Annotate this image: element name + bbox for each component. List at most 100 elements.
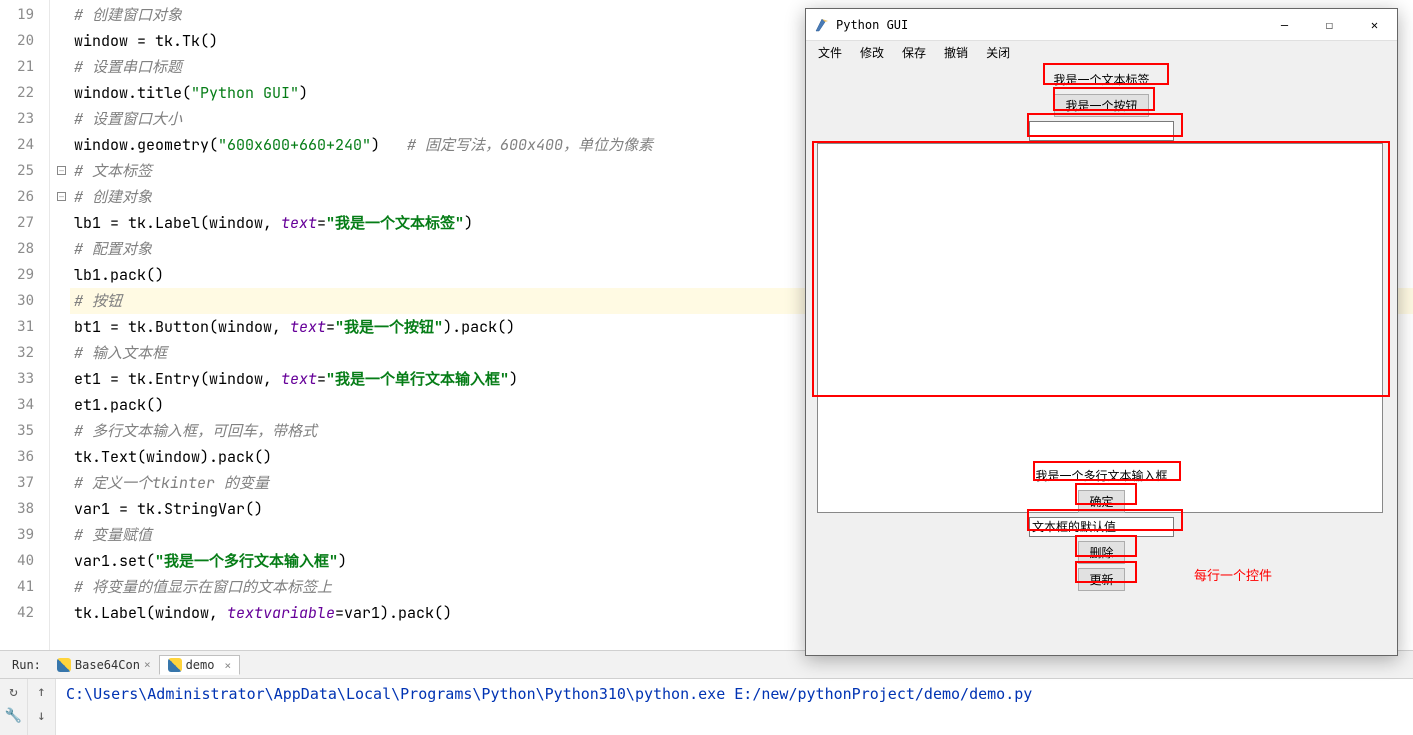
line-number: 22: [0, 80, 49, 106]
wrench-button[interactable]: 🔧: [3, 705, 25, 727]
code-text: =: [317, 213, 326, 233]
code-text: text: [281, 369, 317, 389]
code-text: window.title(: [74, 83, 191, 103]
gui-menubar: 文件 修改 保存 撤销 关闭: [806, 41, 1397, 63]
line-number: 21: [0, 54, 49, 80]
line-number: 32: [0, 340, 49, 366]
code-text: var1.set(: [74, 551, 155, 571]
highlight-box: [1075, 483, 1137, 505]
line-number: 20: [0, 28, 49, 54]
run-output-text[interactable]: C:\Users\Administrator\AppData\Local\Pro…: [56, 679, 1413, 735]
code-text: # 创建窗口对象: [74, 5, 182, 25]
python-icon: [168, 658, 182, 672]
code-text: "我是一个单行文本输入框": [326, 369, 509, 389]
feather-icon: [814, 17, 830, 33]
close-icon[interactable]: ×: [144, 658, 151, 671]
highlight-box: [1053, 87, 1155, 111]
code-text: bt1 = tk.Button(window,: [74, 317, 290, 337]
maximize-button[interactable]: ☐: [1307, 9, 1352, 40]
close-button[interactable]: ✕: [1352, 9, 1397, 40]
menu-undo[interactable]: 撤销: [936, 42, 976, 63]
line-number: 42: [0, 600, 49, 626]
tkinter-gui-window[interactable]: Python GUI — ☐ ✕ 文件 修改 保存 撤销 关闭 我是一个文本标签…: [805, 8, 1398, 656]
code-text: # 配置对象: [74, 239, 152, 259]
line-number: 19: [0, 2, 49, 28]
code-text: tk.Label(window,: [74, 603, 227, 623]
run-tab-base64con[interactable]: Base64Con ×: [49, 656, 159, 674]
line-number: 33: [0, 366, 49, 392]
code-text: window = tk.Tk(): [74, 31, 218, 51]
run-panel: Run: Base64Con × demo × ↻ 🔧 ↑ ↓ C:\Users…: [0, 650, 1413, 735]
annotation-text: 每行一个控件: [1194, 565, 1272, 584]
highlight-box: [1075, 535, 1137, 557]
line-number: 36: [0, 444, 49, 470]
code-text: ): [464, 213, 473, 233]
run-panel-body: ↻ 🔧 ↑ ↓ C:\Users\Administrator\AppData\L…: [0, 679, 1413, 735]
run-nav: ↑ ↓: [28, 679, 56, 735]
code-text: =: [317, 369, 326, 389]
line-number: 37: [0, 470, 49, 496]
line-number: 24: [0, 132, 49, 158]
line-number: 30: [0, 288, 49, 314]
gui-body: 我是一个文本标签 我是一个按钮 我是一个多行文本输入框 确定 文本框的默认值 删…: [806, 63, 1397, 655]
code-text: "我是一个文本标签": [326, 213, 464, 233]
line-number: 29: [0, 262, 49, 288]
highlight-box: [1027, 113, 1183, 137]
gui-titlebar[interactable]: Python GUI — ☐ ✕: [806, 9, 1397, 41]
line-number: 28: [0, 236, 49, 262]
code-text: text: [281, 213, 317, 233]
code-text: window.geometry(: [74, 135, 218, 155]
fold-column: – –: [50, 0, 70, 650]
fold-marker-icon[interactable]: –: [57, 166, 66, 175]
fold-marker-icon[interactable]: –: [57, 192, 66, 201]
code-text: et1.pack(): [74, 395, 164, 415]
code-text: # 多行文本输入框，可回车，带格式: [74, 421, 317, 441]
code-text: "我是一个多行文本输入框": [155, 551, 338, 571]
code-text: # 创建对象: [74, 187, 152, 207]
code-text: tk.Text(window).pack(): [74, 447, 272, 467]
code-text: ).pack(): [443, 317, 515, 337]
code-text: ): [371, 135, 407, 155]
code-text: textvariable: [227, 603, 335, 623]
menu-file[interactable]: 文件: [810, 42, 850, 63]
code-text: ): [509, 369, 518, 389]
arrow-down-button[interactable]: ↓: [31, 705, 53, 727]
code-text: # 变量赋值: [74, 525, 152, 545]
gui-window-title: Python GUI: [836, 18, 1262, 32]
code-text: # 设置窗口大小: [74, 109, 182, 129]
menu-save[interactable]: 保存: [894, 42, 934, 63]
line-number-gutter: 19 20 21 22 23 24 25 26 27 28 29 30 31 3…: [0, 0, 50, 650]
line-number: 31: [0, 314, 49, 340]
code-text: # 按钮: [74, 291, 122, 311]
line-number: 27: [0, 210, 49, 236]
code-text: et1 = tk.Entry(window,: [74, 369, 281, 389]
window-control-buttons: — ☐ ✕: [1262, 9, 1397, 40]
line-number: 34: [0, 392, 49, 418]
minimize-button[interactable]: —: [1262, 9, 1307, 40]
code-text: # 固定写法，600x400，单位为像素: [407, 135, 653, 155]
menu-modify[interactable]: 修改: [852, 42, 892, 63]
code-text: "600x600+660+240": [218, 135, 371, 155]
code-text: # 输入文本框: [74, 343, 167, 363]
menu-close[interactable]: 关闭: [978, 42, 1018, 63]
code-text: "Python GUI": [191, 83, 299, 103]
line-number: 25: [0, 158, 49, 184]
code-text: # 设置串口标题: [74, 57, 182, 77]
code-text: # 文本标签: [74, 161, 152, 181]
run-label: Run:: [4, 658, 49, 672]
close-icon[interactable]: ×: [224, 659, 231, 672]
highlight-box: [1075, 561, 1137, 583]
code-text: text: [290, 317, 326, 337]
code-text: ): [299, 83, 308, 103]
rerun-button[interactable]: ↻: [3, 681, 25, 703]
run-tab-label: demo: [186, 658, 215, 672]
run-tab-demo[interactable]: demo ×: [159, 655, 241, 675]
highlight-box: [1033, 461, 1181, 481]
code-text: # 定义一个tkinter 的变量: [74, 473, 269, 493]
arrow-up-button[interactable]: ↑: [31, 681, 53, 703]
line-number: 39: [0, 522, 49, 548]
code-text: =: [326, 317, 335, 337]
highlight-box: [1027, 509, 1183, 531]
code-text: lb1.pack(): [74, 265, 164, 285]
python-icon: [57, 658, 71, 672]
